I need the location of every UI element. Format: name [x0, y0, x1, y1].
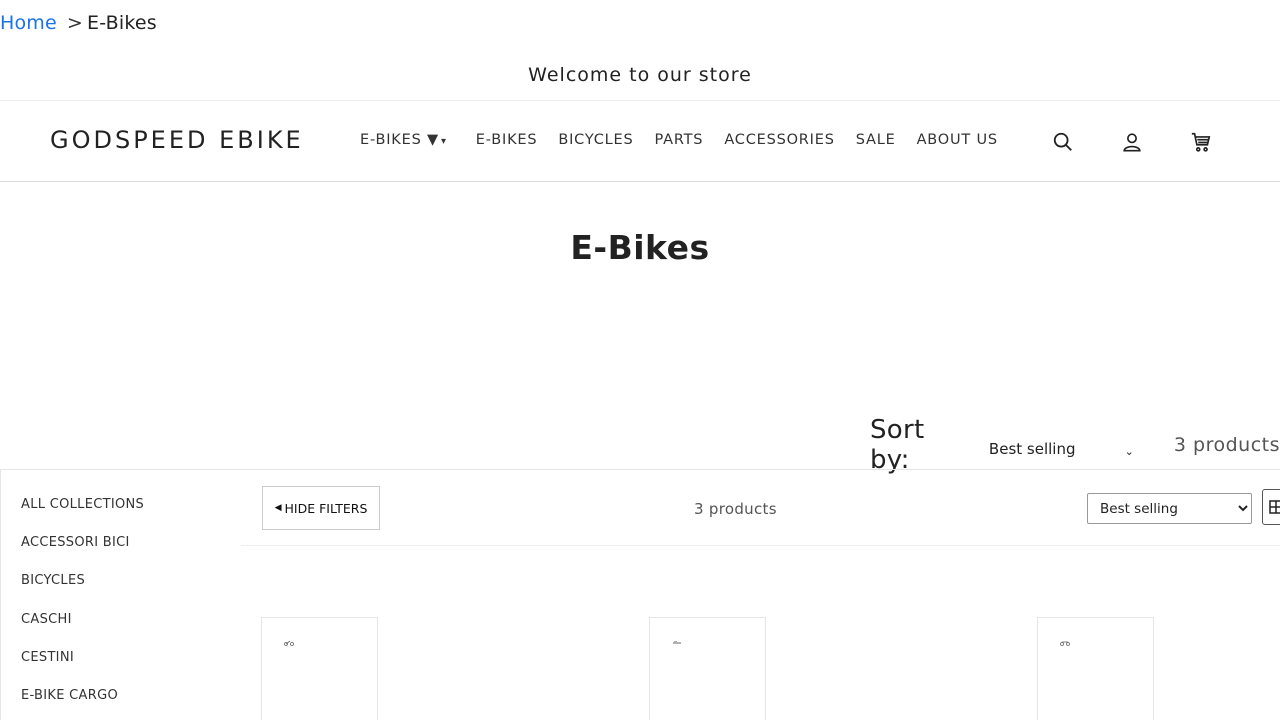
sort-selected-value: Best selling: [988, 440, 1076, 458]
collection-content: ALL COLLECTIONS ACCESSORI BICI BICYCLES …: [0, 469, 1280, 720]
grid-view-toggle[interactable]: [1262, 489, 1280, 525]
product-card[interactable]: [261, 617, 378, 720]
announcement-bar: Welcome to our store: [528, 64, 752, 86]
nav-item-ebikes[interactable]: E-BIKES: [476, 132, 538, 148]
sidebar-item-e-bike-cargo[interactable]: E-BIKE CARGO: [21, 688, 221, 720]
toolbar-product-count: 3 products: [694, 500, 777, 518]
breadcrumb-home-link[interactable]: Home: [0, 12, 57, 34]
cart-icon[interactable]: [1188, 129, 1214, 155]
hide-filters-label: HIDE FILTERS: [284, 500, 368, 516]
sidebar-item-caschi[interactable]: CASCHI: [21, 612, 221, 650]
grid-view-icon: [1269, 500, 1280, 514]
store-logo[interactable]: GODSPEED EBIKE: [50, 126, 304, 154]
filter-toolbar: ◀ HIDE FILTERS 3 products Best selling: [241, 470, 1280, 546]
sidebar-item-accessori-bici[interactable]: ACCESSORI BICI: [21, 535, 221, 573]
sidebar-item-bicycles[interactable]: BICYCLES: [21, 573, 221, 611]
product-card[interactable]: [649, 617, 766, 720]
collections-sidebar: ALL COLLECTIONS ACCESSORI BICI BICYCLES …: [21, 497, 221, 720]
site-header: GODSPEED EBIKE E-BIKES ▼ ▾ E-BIKES BICYCL…: [0, 100, 1280, 182]
product-image: [284, 640, 294, 646]
nav-item-sale[interactable]: SALE: [856, 132, 896, 148]
product-image: [673, 641, 681, 644]
nav-item-parts[interactable]: PARTS: [654, 132, 703, 148]
sidebar-item-all-collections[interactable]: ALL COLLECTIONS: [21, 497, 221, 535]
chevron-down-icon: ▾: [440, 136, 447, 147]
chevron-down-icon: ⌄: [1124, 444, 1134, 458]
nav-dropdown-ebikes[interactable]: E-BIKES ▼ ▾: [360, 132, 447, 148]
product-card[interactable]: [1037, 617, 1154, 720]
sort-label: Sort by:: [870, 415, 925, 475]
header-icons: [1050, 129, 1257, 155]
main-nav: E-BIKES ▼ ▾ E-BIKES BICYCLES PARTS ACCESS…: [360, 132, 1019, 148]
sidebar-item-cestini[interactable]: CESTINI: [21, 650, 221, 688]
nav-item-bicycles[interactable]: BICYCLES: [558, 132, 633, 148]
sort-bar: Sort by: Best selling ⌄ 3 products: [870, 415, 1280, 475]
triangle-left-icon: ◀: [274, 503, 282, 513]
hide-filters-button[interactable]: ◀ HIDE FILTERS: [262, 486, 380, 530]
breadcrumb-separator: >: [66, 12, 84, 34]
breadcrumb-current: E-Bikes: [87, 12, 157, 34]
nav-item-accessories[interactable]: ACCESSORIES: [724, 132, 834, 148]
account-icon[interactable]: [1119, 129, 1145, 155]
nav-dropdown-label: E-BIKES ▼: [360, 132, 439, 148]
nav-item-about-us[interactable]: ABOUT US: [917, 132, 998, 148]
product-count: 3 products: [1173, 434, 1280, 456]
toolbar-sort-select[interactable]: Best selling: [1087, 493, 1252, 524]
sort-select[interactable]: Best selling ⌄: [989, 440, 1140, 458]
search-icon[interactable]: [1050, 129, 1076, 155]
product-image: [1060, 641, 1070, 646]
page-title: E-Bikes: [570, 228, 710, 267]
breadcrumb: Home > E-Bikes: [0, 12, 157, 34]
